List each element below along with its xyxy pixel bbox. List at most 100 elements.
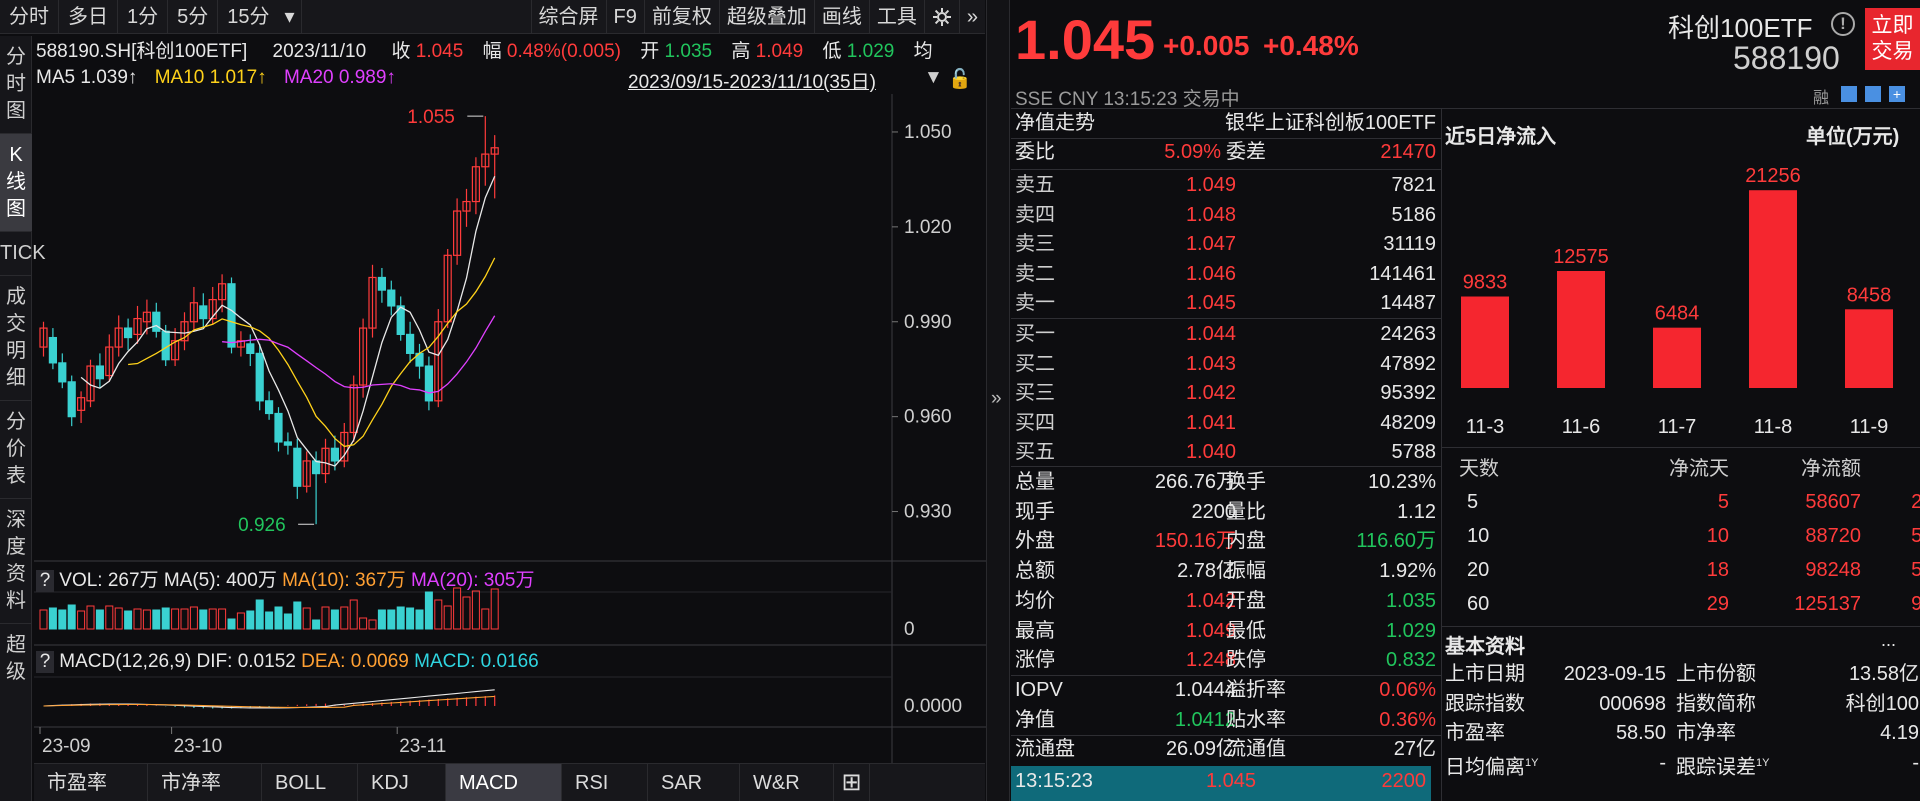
candle-body — [406, 333, 415, 354]
date-range[interactable]: 2023/09/15-2023/11/10(35日) — [628, 67, 876, 94]
avg-label: 均 — [913, 41, 933, 62]
help-icon[interactable]: ? — [36, 570, 54, 592]
vtab-price-table[interactable]: 分价表 — [0, 401, 32, 499]
candle-body — [123, 327, 133, 339]
tab-pe[interactable]: 市盈率 — [34, 764, 148, 801]
bid-price[interactable]: 1.042 — [1161, 379, 1236, 408]
macd-value-label: MACD: 0.0166 — [414, 651, 539, 672]
ask-price[interactable]: 1.049 — [1161, 171, 1236, 200]
volume-bar — [415, 609, 424, 630]
tab-1min[interactable]: 1分 — [118, 0, 169, 34]
basic-value: 000698 — [1599, 692, 1666, 715]
basic-value: 4.19 — [1880, 722, 1919, 744]
stat-value: 1.035 — [1385, 589, 1436, 612]
tab-multiday[interactable]: 多日 — [59, 0, 118, 34]
candle-body — [48, 336, 57, 364]
price-change-pct: +0.48% — [1263, 30, 1359, 61]
info-icon[interactable]: ! — [1831, 12, 1855, 36]
f9-button[interactable]: F9 — [605, 0, 644, 34]
bid-price[interactable]: 1.043 — [1161, 350, 1236, 379]
ask-price[interactable]: 1.047 — [1161, 230, 1236, 259]
bid-volume: 95392 — [1380, 382, 1436, 404]
tab-intraday[interactable]: 分时 — [0, 0, 59, 34]
tab-wr[interactable]: W&R — [740, 764, 834, 801]
nav-trend-label[interactable]: 净值走势 — [1015, 109, 1095, 138]
gear-icon[interactable] — [923, 0, 959, 34]
bid-price[interactable]: 1.041 — [1161, 409, 1236, 438]
stat-value: 116.60万 — [1356, 530, 1436, 553]
ask-level-label: 卖四 — [1015, 203, 1055, 226]
edit-icon[interactable] — [1841, 86, 1857, 102]
add-icon[interactable]: + — [1889, 86, 1905, 102]
more-icon[interactable]: » — [958, 0, 985, 34]
add-indicator-icon[interactable]: ⊞ — [834, 764, 870, 801]
trade-now-button[interactable]: 立即 交易 — [1865, 8, 1920, 70]
stat-value: 1.92% — [1379, 560, 1436, 583]
volume-bar — [321, 606, 330, 630]
composite-screen-button[interactable]: 综合屏 — [530, 0, 606, 34]
flow-table-cell: 98248 — [1805, 559, 1861, 581]
stat-label: 换手 — [1226, 471, 1266, 493]
ask-volume: 141461 — [1369, 262, 1436, 285]
inflow-date-label: 11-8 — [1754, 416, 1793, 438]
period-dropdown-icon[interactable]: ▾ — [279, 0, 302, 34]
stat-label: 振幅 — [1226, 560, 1266, 583]
vtab-super[interactable]: 超级 — [0, 624, 32, 694]
tab-sar[interactable]: SAR — [648, 764, 740, 801]
ask-price[interactable]: 1.046 — [1161, 260, 1236, 289]
tab-boll[interactable]: BOLL — [262, 764, 358, 801]
inflow-bar — [1557, 270, 1605, 388]
candle-body — [424, 365, 433, 402]
vtab-kline[interactable]: K线图 — [0, 134, 32, 232]
draw-line-button[interactable]: 画线 — [813, 0, 869, 34]
stat-label: 流通盘 — [1015, 738, 1075, 761]
vtab-tick[interactable]: TICK — [0, 232, 46, 276]
tab-pb[interactable]: 市净率 — [148, 764, 262, 801]
help-icon[interactable]: ? — [36, 651, 54, 673]
volume-bar — [481, 608, 490, 630]
fq-button[interactable]: 前复权 — [643, 0, 719, 34]
volume-bar — [95, 609, 104, 630]
bid-volume: 24263 — [1380, 323, 1436, 345]
stat-label: 外盘 — [1015, 530, 1055, 553]
bid-price[interactable]: 1.040 — [1161, 438, 1236, 467]
volume-bar — [133, 608, 142, 630]
security-code: 588190 — [1733, 40, 1840, 76]
panel-collapse-bar[interactable]: » — [986, 0, 1010, 801]
volume-bar — [434, 599, 443, 630]
tab-macd[interactable]: MACD — [446, 764, 562, 801]
tools-button[interactable]: 工具 — [868, 0, 924, 34]
overlay-button[interactable]: 超级叠加 — [718, 0, 814, 34]
period-superscript: 1Y — [1756, 756, 1770, 769]
tab-15min[interactable]: 15分 — [218, 0, 278, 34]
tab-5min[interactable]: 5分 — [168, 0, 219, 34]
bid-price[interactable]: 1.044 — [1161, 320, 1236, 349]
collapse-icon[interactable]: » — [991, 388, 1002, 410]
lock-icon[interactable]: 🔓 — [948, 67, 972, 91]
vtab-trade-detail[interactable]: 成交明细 — [0, 276, 32, 401]
candle-body — [293, 447, 302, 487]
volume-bar — [161, 607, 170, 630]
vtab-intraday[interactable]: 分时图 — [0, 36, 32, 134]
margin-label: 融 — [1813, 90, 1830, 107]
high-value: 1.049 — [755, 41, 804, 62]
ma10-label: MA10 1.017↑ — [154, 67, 267, 88]
x-tick-label: 23-10 — [174, 736, 223, 757]
volume-bar — [142, 609, 151, 630]
tab-rsi[interactable]: RSI — [562, 764, 648, 801]
range-dropdown-icon[interactable]: ▼ — [924, 67, 943, 89]
ask-price[interactable]: 1.045 — [1161, 289, 1236, 318]
share-icon[interactable] — [1865, 86, 1881, 102]
volume-bar — [424, 591, 433, 630]
stat-value: 266.76万 — [1154, 471, 1236, 493]
basic-more-icon[interactable]: ... — [1881, 630, 1896, 651]
volume-bar — [396, 606, 405, 630]
ask-price[interactable]: 1.048 — [1161, 201, 1236, 230]
basic-label: 市净率 — [1676, 722, 1736, 744]
tab-kdj[interactable]: KDJ — [358, 764, 446, 801]
macd-pane-label: ? MACD(12,26,9) DIF: 0.0152 DEA: 0.0069 … — [36, 651, 539, 673]
inflow-value-label: 8458 — [1847, 284, 1892, 306]
volume-bar — [218, 608, 227, 630]
inflow-bar — [1845, 309, 1893, 388]
vtab-depth[interactable]: 深度资料 — [0, 499, 32, 624]
